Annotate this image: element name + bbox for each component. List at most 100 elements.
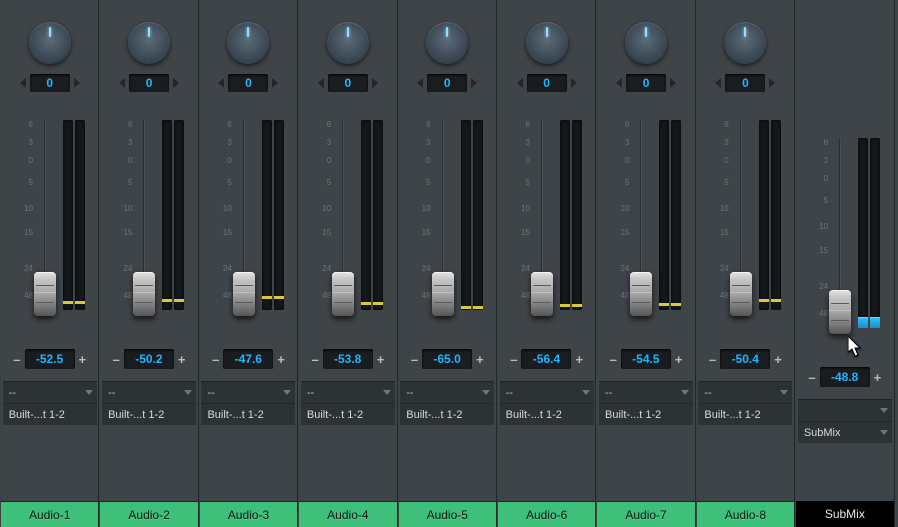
scale-tick: 3 xyxy=(128,138,132,147)
fader-cap[interactable] xyxy=(829,290,851,334)
pan-value[interactable]: 0 xyxy=(228,74,268,92)
pan-value[interactable]: 0 xyxy=(30,74,70,92)
track-name[interactable]: SubMix xyxy=(796,501,893,527)
group-dropdown[interactable] xyxy=(798,399,892,421)
pan-right-arrow-icon[interactable] xyxy=(769,78,775,88)
volume-increment[interactable]: + xyxy=(79,352,87,367)
volume-decrement[interactable]: – xyxy=(113,352,120,367)
pan-left-arrow-icon[interactable] xyxy=(616,78,622,88)
track-name[interactable]: Audio-2 xyxy=(100,501,197,527)
pan-value[interactable]: 0 xyxy=(626,74,666,92)
level-meter xyxy=(63,120,73,310)
dropdown-caret-icon xyxy=(681,390,689,395)
pan-left-arrow-icon[interactable] xyxy=(417,78,423,88)
volume-decrement[interactable]: – xyxy=(510,352,517,367)
volume-value[interactable]: -47.6 xyxy=(223,349,273,369)
volume-increment[interactable]: + xyxy=(277,352,285,367)
volume-value[interactable]: -53.8 xyxy=(323,349,373,369)
output-dropdown[interactable]: Built-...t 1-2 xyxy=(201,403,295,425)
output-dropdown[interactable]: Built-...t 1-2 xyxy=(3,403,97,425)
track-name[interactable]: Audio-6 xyxy=(498,501,595,527)
fader-cap[interactable] xyxy=(432,272,454,316)
pan-knob[interactable] xyxy=(327,22,369,64)
output-dropdown[interactable]: Built-...t 1-2 xyxy=(400,403,494,425)
output-dropdown[interactable]: Built-...t 1-2 xyxy=(301,403,395,425)
pan-right-arrow-icon[interactable] xyxy=(670,78,676,88)
group-dropdown[interactable]: -- xyxy=(500,381,594,403)
fader-cap[interactable] xyxy=(34,272,56,316)
pan-value[interactable]: 0 xyxy=(129,74,169,92)
pan-value[interactable]: 0 xyxy=(725,74,765,92)
fader-cap[interactable] xyxy=(531,272,553,316)
track-name[interactable]: Audio-1 xyxy=(1,501,98,527)
volume-value[interactable]: -48.8 xyxy=(820,367,870,387)
group-dropdown[interactable]: -- xyxy=(201,381,295,403)
pan-right-arrow-icon[interactable] xyxy=(471,78,477,88)
output-dropdown[interactable]: Built-...t 1-2 xyxy=(102,403,196,425)
volume-increment[interactable]: + xyxy=(476,352,484,367)
fader-cap[interactable] xyxy=(133,272,155,316)
output-dropdown[interactable]: SubMix xyxy=(798,421,892,443)
volume-increment[interactable]: + xyxy=(774,352,782,367)
track-name[interactable]: Audio-3 xyxy=(200,501,297,527)
fader-cap[interactable] xyxy=(630,272,652,316)
meter-peak-indicator xyxy=(162,299,172,302)
fader-cap[interactable] xyxy=(233,272,255,316)
volume-decrement[interactable]: – xyxy=(13,352,20,367)
track-name[interactable]: Audio-7 xyxy=(597,501,694,527)
pan-value[interactable]: 0 xyxy=(527,74,567,92)
group-dropdown[interactable]: -- xyxy=(301,381,395,403)
track-name[interactable]: Audio-4 xyxy=(299,501,396,527)
pan-left-arrow-icon[interactable] xyxy=(119,78,125,88)
volume-decrement[interactable]: – xyxy=(212,352,219,367)
volume-increment[interactable]: + xyxy=(178,352,186,367)
pan-left-arrow-icon[interactable] xyxy=(318,78,324,88)
pan-right-arrow-icon[interactable] xyxy=(272,78,278,88)
volume-decrement[interactable]: – xyxy=(311,352,318,367)
level-meters xyxy=(858,138,880,328)
group-dropdown[interactable]: -- xyxy=(599,381,693,403)
volume-increment[interactable]: + xyxy=(377,352,385,367)
pan-value[interactable]: 0 xyxy=(328,74,368,92)
volume-value[interactable]: -50.2 xyxy=(124,349,174,369)
group-dropdown[interactable]: -- xyxy=(400,381,494,403)
track-name[interactable]: Audio-5 xyxy=(399,501,496,527)
volume-increment[interactable]: + xyxy=(874,370,882,385)
track-name[interactable]: Audio-8 xyxy=(697,501,794,527)
pan-right-arrow-icon[interactable] xyxy=(571,78,577,88)
group-dropdown[interactable]: -- xyxy=(698,381,792,403)
volume-value[interactable]: -56.4 xyxy=(521,349,571,369)
volume-decrement[interactable]: – xyxy=(808,370,815,385)
pan-left-arrow-icon[interactable] xyxy=(20,78,26,88)
output-dropdown[interactable]: Built-...t 1-2 xyxy=(599,403,693,425)
pan-knob[interactable] xyxy=(426,22,468,64)
pan-left-arrow-icon[interactable] xyxy=(218,78,224,88)
fader-cap[interactable] xyxy=(332,272,354,316)
pan-knob[interactable] xyxy=(526,22,568,64)
pan-knob[interactable] xyxy=(625,22,667,64)
pan-right-arrow-icon[interactable] xyxy=(173,78,179,88)
volume-decrement[interactable]: – xyxy=(709,352,716,367)
fader-cap[interactable] xyxy=(730,272,752,316)
pan-value[interactable]: 0 xyxy=(427,74,467,92)
volume-value[interactable]: -65.0 xyxy=(422,349,472,369)
pan-knob[interactable] xyxy=(227,22,269,64)
volume-value[interactable]: -54.5 xyxy=(621,349,671,369)
volume-increment[interactable]: + xyxy=(575,352,583,367)
pan-knob[interactable] xyxy=(29,22,71,64)
output-dropdown[interactable]: Built-...t 1-2 xyxy=(698,403,792,425)
pan-knob[interactable] xyxy=(128,22,170,64)
group-dropdown[interactable]: -- xyxy=(3,381,97,403)
output-dropdown[interactable]: Built-...t 1-2 xyxy=(500,403,594,425)
volume-value[interactable]: -50.4 xyxy=(720,349,770,369)
volume-decrement[interactable]: – xyxy=(610,352,617,367)
group-dropdown[interactable]: -- xyxy=(102,381,196,403)
pan-knob[interactable] xyxy=(724,22,766,64)
pan-right-arrow-icon[interactable] xyxy=(74,78,80,88)
volume-decrement[interactable]: – xyxy=(411,352,418,367)
pan-right-arrow-icon[interactable] xyxy=(372,78,378,88)
pan-left-arrow-icon[interactable] xyxy=(517,78,523,88)
volume-increment[interactable]: + xyxy=(675,352,683,367)
pan-left-arrow-icon[interactable] xyxy=(715,78,721,88)
volume-value[interactable]: -52.5 xyxy=(25,349,75,369)
